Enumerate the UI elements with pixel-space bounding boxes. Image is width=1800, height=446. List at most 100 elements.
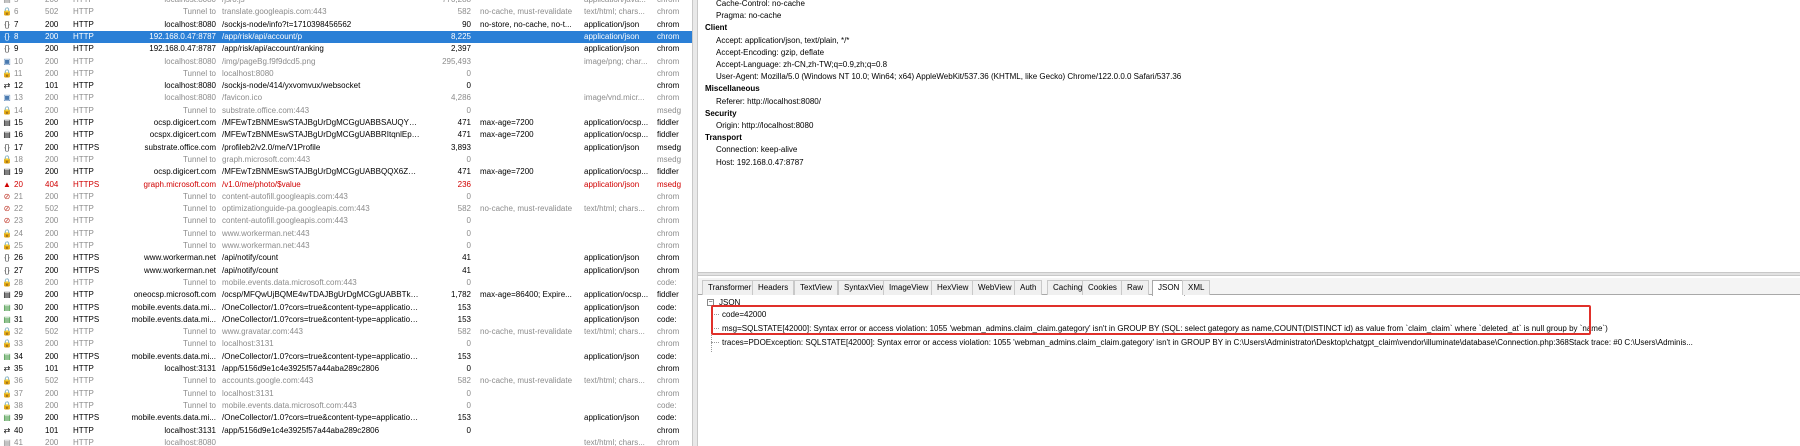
- session-row[interactable]: 🔒 38 200 HTTP Tunnel to mobile.events.data.mi…: [0, 400, 692, 412]
- session-row[interactable]: 🔒 24 200 HTTP Tunnel to www.workerman.net:443…: [0, 228, 692, 240]
- session-host: localhost:3131: [164, 425, 216, 435]
- session-content-type: text/html; chars...: [584, 7, 645, 17]
- session-session-number: 37: [14, 388, 23, 398]
- session-row[interactable]: ▲ 20 404 HTTPS graph.microsoft.com/v1.0/me/p…: [0, 179, 692, 191]
- session-process: code:: [657, 277, 677, 287]
- session-row[interactable]: 🔒 18 200 HTTP Tunnel to graph.microsoft.com:4…: [0, 154, 692, 166]
- session-row[interactable]: ⊘ 22 502 HTTP Tunnel to optimizationguide-pa.…: [0, 203, 692, 215]
- tab-imageview[interactable]: ImageView: [883, 280, 935, 295]
- header-line: Accept-Language: zh-CN,zh-TW;q=0.9,zh;q=…: [716, 60, 888, 69]
- session-result-code: 101: [45, 81, 59, 91]
- session-body-size: 4,286: [450, 93, 471, 103]
- session-url: localhost:8080: [222, 68, 274, 78]
- session-row[interactable]: {} 17 200 HTTPS substrate.office.com/profile…: [0, 142, 692, 154]
- session-list[interactable]: ▤5200HTTPlocalhost:8080/js/0.js770,288ap…: [0, 0, 692, 446]
- session-row[interactable]: {} 27 200 HTTPS www.workerman.net/api/notify…: [0, 265, 692, 277]
- session-process: chrom: [657, 56, 680, 66]
- session-row[interactable]: 🔒 6 502 HTTP Tunnel to translate.googleapis.c…: [0, 6, 692, 18]
- session-caching: max-age=7200: [480, 167, 534, 177]
- header-line: Connection: keep-alive: [716, 145, 798, 155]
- session-process: fiddler: [657, 118, 679, 127]
- session-row[interactable]: ▤ 15 200 HTTP ocsp.digicert.com/MFEwTzBNMEsw…: [0, 117, 692, 129]
- session-url: /ocsp/MFQwUjBQME4wTDAJBgUrDgMCGgUABBTkdQ…: [222, 290, 420, 300]
- session-url: /app/5156d9e1c4e3925f57a44aba289c2806: [222, 425, 380, 435]
- session-row[interactable]: ⊘ 21 200 HTTP Tunnel to content-autofill.goog…: [0, 191, 692, 203]
- session-row[interactable]: ⇄ 12 101 HTTP localhost:8080/sockjs-node/414…: [0, 80, 692, 92]
- session-row[interactable]: 🔒 37 200 HTTP Tunnel to localhost:3131 0 chrom: [0, 388, 692, 400]
- session-body-size: 582: [457, 204, 471, 214]
- horizontal-splitter[interactable]: [698, 272, 1800, 276]
- session-host: Tunnel to: [182, 68, 216, 78]
- session-row[interactable]: {} 9 200 HTTP 192.168.0.47:8787/app/risk/api…: [0, 43, 692, 55]
- session-body-size: 2,397: [450, 44, 471, 54]
- session-body-size: 0: [466, 191, 471, 201]
- session-content-type: application/json: [584, 44, 640, 54]
- session-row[interactable]: ▣ 10 200 HTTP localhost:8080/img/pageBg.f9f9…: [0, 56, 692, 68]
- session-row[interactable]: ▤ 29 200 HTTP oneocsp.microsoft.com/ocsp/MFQ…: [0, 289, 692, 301]
- session-process: chrom: [657, 339, 680, 349]
- session-host: Tunnel to: [182, 191, 216, 201]
- lock-icon: 🔒: [2, 327, 12, 337]
- session-host: www.workerman.net: [143, 265, 216, 275]
- session-row[interactable]: ▤ 41 200 HTTP localhost:8080 text/html; chars…: [0, 437, 692, 446]
- session-body-size: 0: [466, 425, 471, 435]
- session-row[interactable]: ▤ 19 200 HTTP ocsp.digicert.com/MFEwTzBNMEsw…: [0, 166, 692, 178]
- session-session-number: 36: [14, 376, 23, 386]
- session-body-size: 1,782: [450, 290, 471, 300]
- tab-textview[interactable]: TextView: [794, 280, 838, 295]
- tab-hexview[interactable]: HexView: [931, 280, 975, 295]
- session-content-type: image/png; char...: [584, 56, 648, 66]
- tab-headers[interactable]: Headers: [752, 280, 795, 295]
- session-result-code: 200: [45, 302, 59, 312]
- session-url: /OneCollector/1.0?cors=true&content-type…: [222, 314, 420, 324]
- session-process: chrom: [657, 437, 680, 446]
- session-url: www.gravatar.com:443: [222, 327, 303, 337]
- session-caching: [480, 43, 584, 55]
- session-row[interactable]: ⇄ 40 101 HTTP localhost:3131/app/5156d9e1c4e…: [0, 425, 692, 437]
- session-row[interactable]: 🔒 33 200 HTTP Tunnel to localhost:3131 0 chrom: [0, 338, 692, 350]
- session-process: code:: [657, 413, 677, 423]
- session-row[interactable]: ▤ 39 200 HTTPS mobile.events.data.mi.../OneC…: [0, 412, 692, 424]
- session-process: chrom: [657, 68, 680, 78]
- session-row[interactable]: ⊘ 23 200 HTTP Tunnel to content-autofill.goog…: [0, 215, 692, 227]
- session-row[interactable]: 🔒 14 200 HTTP Tunnel to substrate.office.com:…: [0, 105, 692, 117]
- session-content-type: application/json: [584, 19, 640, 29]
- session-content-type: image/vnd.micr...: [584, 93, 645, 103]
- tab-json[interactable]: JSON: [1152, 280, 1186, 296]
- tab-webview[interactable]: WebView: [972, 280, 1018, 295]
- session-result-code: 200: [45, 44, 59, 54]
- lock-icon: 🔒: [2, 241, 12, 250]
- session-process: chrom: [657, 44, 680, 54]
- session-host: mobile.events.data.mi...: [131, 413, 216, 423]
- session-host: Tunnel to: [182, 400, 216, 410]
- image-icon: ▣: [3, 56, 11, 66]
- session-session-number: 17: [14, 142, 23, 152]
- session-url: /OneCollector/1.0?cors=true&content-type…: [222, 351, 420, 361]
- session-row[interactable]: {} 26 200 HTTPS www.workerman.net/api/notify…: [0, 252, 692, 264]
- session-row[interactable]: {} 7 200 HTTP localhost:8080/sockjs-node/inf…: [0, 19, 692, 31]
- session-caching: no-cache, must-revalidate: [480, 376, 573, 386]
- session-row[interactable]: {} 8 200 HTTP 192.168.0.47:8787/app/risk/api…: [0, 30, 692, 44]
- session-row[interactable]: 🔒 28 200 HTTP Tunnel to mobile.events.data.mi…: [0, 277, 692, 289]
- session-body-size: 0: [466, 68, 471, 78]
- session-caching: [480, 154, 584, 166]
- session-row[interactable]: ▣ 13 200 HTTP localhost:8080/favicon.ico 4,28…: [0, 92, 692, 104]
- session-row[interactable]: 🔒 32 502 HTTP Tunnel to www.gravatar.com:443 5…: [0, 326, 692, 338]
- session-row[interactable]: ▤ 30 200 HTTPS mobile.events.data.mi.../OneC…: [0, 302, 692, 314]
- session-row[interactable]: ⇄ 35 101 HTTP localhost:3131/app/5156d9e1c4e…: [0, 363, 692, 375]
- tab-raw[interactable]: Raw: [1121, 280, 1150, 295]
- session-row[interactable]: ▤ 16 200 HTTP ocspx.digicert.com/MFEwTzBNMEs…: [0, 129, 692, 141]
- tab-xml[interactable]: XML: [1182, 280, 1211, 295]
- session-process: msedg: [657, 154, 682, 164]
- annotation-highlight-box: [711, 305, 1591, 335]
- session-row[interactable]: 🔒 11 200 HTTP Tunnel to localhost:8080 0 chrom: [0, 68, 692, 80]
- session-row[interactable]: 🔒 25 200 HTTP Tunnel to www.workerman.net:443…: [0, 240, 692, 252]
- tab-auth[interactable]: Auth: [1014, 280, 1043, 295]
- session-row[interactable]: ▤ 31 200 HTTPS mobile.events.data.mi.../OneC…: [0, 314, 692, 326]
- session-row[interactable]: ▤ 34 200 HTTPS mobile.events.data.mi.../OneC…: [0, 351, 692, 363]
- session-row[interactable]: 🔒 36 502 HTTP Tunnel to accounts.google.com:4…: [0, 375, 692, 387]
- json-node-traces[interactable]: traces=PDOException: SQLSTATE[42000]: Sy…: [722, 338, 1693, 347]
- tab-transformer[interactable]: Transformer: [702, 280, 758, 295]
- session-host: Tunnel to: [182, 216, 216, 226]
- tab-cookies[interactable]: Cookies: [1082, 280, 1123, 295]
